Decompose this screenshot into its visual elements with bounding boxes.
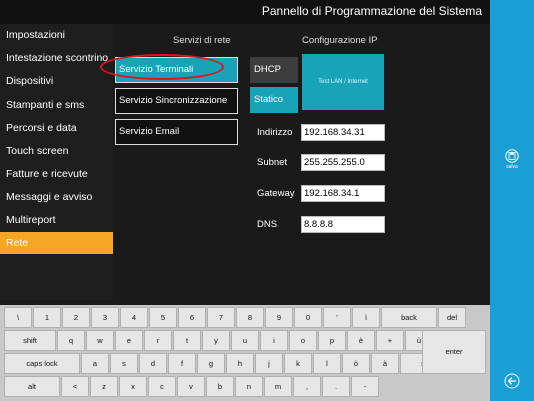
- key-l[interactable]: l: [313, 353, 341, 374]
- save-label: salva: [506, 164, 518, 170]
- menu-item-percorsi-e-data[interactable]: Percorsi e data: [0, 117, 113, 139]
- key-2[interactable]: 2: [62, 307, 90, 328]
- key-a[interactable]: a: [81, 353, 109, 374]
- key-0[interactable]: 0: [294, 307, 322, 328]
- key-plus[interactable]: +: [376, 330, 404, 351]
- save-icon: [505, 149, 519, 163]
- services-title: Servizi di rete: [173, 35, 231, 46]
- service-sincronizzazione-button[interactable]: Servizio Sincronizzazione: [115, 88, 238, 114]
- key-o-grave[interactable]: ò: [342, 353, 370, 374]
- on-screen-keyboard: \ 1 2 3 4 5 6 7 8 9 0 ' ì back del shift q w e r t y u i o p è + ù ca…: [0, 305, 490, 401]
- menu-item-impostazioni[interactable]: Impostazioni: [0, 24, 113, 46]
- key-i[interactable]: i: [260, 330, 288, 351]
- subnet-label: Subnet: [257, 157, 288, 168]
- menu-item-dispositivi[interactable]: Dispositivi: [0, 70, 113, 92]
- key-a-grave[interactable]: à: [371, 353, 399, 374]
- key-s[interactable]: s: [110, 353, 138, 374]
- test-lan-button[interactable]: Test LAN / Internet: [302, 54, 384, 110]
- back-button[interactable]: [504, 373, 520, 389]
- static-button[interactable]: Statico: [250, 87, 298, 113]
- key-f[interactable]: f: [168, 353, 196, 374]
- key-t[interactable]: t: [173, 330, 201, 351]
- key-r[interactable]: r: [144, 330, 172, 351]
- key-u[interactable]: u: [231, 330, 259, 351]
- gateway-label: Gateway: [257, 188, 295, 199]
- key-b[interactable]: b: [206, 376, 234, 397]
- key-4[interactable]: 4: [120, 307, 148, 328]
- key-y[interactable]: y: [202, 330, 230, 351]
- key-e[interactable]: e: [115, 330, 143, 351]
- key-m[interactable]: m: [264, 376, 292, 397]
- key-v[interactable]: v: [177, 376, 205, 397]
- key-caps-lock[interactable]: caps lock: [4, 353, 80, 374]
- dhcp-button[interactable]: DHCP: [250, 57, 298, 83]
- key-backslash[interactable]: \: [4, 307, 32, 328]
- key-i-grave[interactable]: ì: [352, 307, 380, 328]
- menu-item-rete[interactable]: Rete: [0, 232, 113, 254]
- key-g[interactable]: g: [197, 353, 225, 374]
- action-bar: salva: [490, 0, 534, 401]
- menu-item-intestazione-scontrino[interactable]: Intestazione scontrino: [0, 47, 113, 69]
- dns-field[interactable]: 8.8.8.8: [301, 216, 385, 233]
- key-d[interactable]: d: [139, 353, 167, 374]
- key-shift[interactable]: shift: [4, 330, 56, 351]
- key-e-grave[interactable]: è: [347, 330, 375, 351]
- gateway-field[interactable]: 192.168.34.1: [301, 185, 385, 202]
- key-3[interactable]: 3: [91, 307, 119, 328]
- ip-config-title: Configurazione IP: [302, 35, 378, 46]
- save-button[interactable]: salva: [502, 149, 522, 177]
- key-o[interactable]: o: [289, 330, 317, 351]
- key-less-than[interactable]: <: [61, 376, 89, 397]
- menu-item-stampanti-e-sms[interactable]: Stampanti e sms: [0, 94, 113, 116]
- key-w[interactable]: w: [86, 330, 114, 351]
- key-7[interactable]: 7: [207, 307, 235, 328]
- key-q[interactable]: q: [57, 330, 85, 351]
- address-label: Indirizzo: [257, 127, 293, 138]
- menu-item-fatture-e-ricevute[interactable]: Fatture e ricevute: [0, 163, 113, 185]
- back-arrow-icon: [504, 373, 520, 389]
- key-9[interactable]: 9: [265, 307, 293, 328]
- menu-item-touch-screen[interactable]: Touch screen: [0, 140, 113, 162]
- key-8[interactable]: 8: [236, 307, 264, 328]
- key-enter[interactable]: enter: [422, 330, 486, 374]
- key-p[interactable]: p: [318, 330, 346, 351]
- key-k[interactable]: k: [284, 353, 312, 374]
- service-terminali-button[interactable]: Servizio Terminali: [115, 57, 238, 83]
- key-c[interactable]: c: [148, 376, 176, 397]
- key-minus[interactable]: -: [351, 376, 379, 397]
- service-email-button[interactable]: Servizio Email: [115, 119, 238, 145]
- network-panel: Servizi di rete Configurazione IP Serviz…: [100, 24, 490, 300]
- key-n[interactable]: n: [235, 376, 263, 397]
- key-1[interactable]: 1: [33, 307, 61, 328]
- window-title: Pannello di Programmazione del Sistema: [261, 4, 482, 18]
- key-period[interactable]: .: [322, 376, 350, 397]
- key-z[interactable]: z: [90, 376, 118, 397]
- key-alt[interactable]: alt: [4, 376, 60, 397]
- key-6[interactable]: 6: [178, 307, 206, 328]
- app-window: Pannello di Programmazione del Sistema I…: [0, 0, 534, 401]
- menu-item-messaggi-e-avviso[interactable]: Messaggi e avviso: [0, 186, 113, 208]
- menu-item-multireport[interactable]: Multireport: [0, 209, 113, 231]
- key-back[interactable]: back: [381, 307, 437, 328]
- title-bar: Pannello di Programmazione del Sistema: [0, 0, 490, 24]
- key-comma[interactable]: ,: [293, 376, 321, 397]
- key-5[interactable]: 5: [149, 307, 177, 328]
- dns-label: DNS: [257, 219, 278, 230]
- address-field[interactable]: 192.168.34.31: [301, 124, 385, 141]
- subnet-field[interactable]: 255.255.255.0: [301, 154, 385, 171]
- key-j[interactable]: j: [255, 353, 283, 374]
- key-del[interactable]: del: [438, 307, 466, 328]
- settings-menu: Impostazioni Intestazione scontrino Disp…: [0, 24, 113, 300]
- key-h[interactable]: h: [226, 353, 254, 374]
- key-x[interactable]: x: [119, 376, 147, 397]
- key-apostrophe[interactable]: ': [323, 307, 351, 328]
